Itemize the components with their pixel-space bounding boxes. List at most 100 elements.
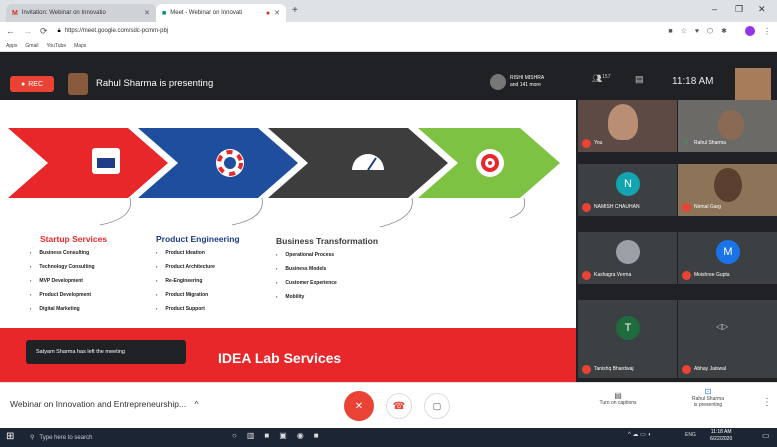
language-indicator[interactable]: ENG bbox=[685, 432, 696, 438]
left-meeting-toast: Satyam Sharma has left the meeting bbox=[26, 340, 186, 364]
list-item: Business Consulting bbox=[30, 250, 107, 256]
gmail-icon: M bbox=[12, 9, 18, 17]
participant-name: Abhay Jaiswal bbox=[694, 366, 726, 372]
participants-icon[interactable]: 👥︎157 bbox=[592, 74, 611, 83]
captions-button[interactable]: ▤ Turn on captions bbox=[588, 391, 648, 406]
bookmark-gmail[interactable]: Gmail bbox=[25, 43, 38, 49]
bookmark-apps[interactable]: Apps bbox=[6, 43, 17, 49]
more-options-icon[interactable]: ⋮ bbox=[762, 397, 772, 408]
list-item: Product Ideation bbox=[156, 250, 240, 256]
taskbar-date: 6/22/2020 bbox=[710, 436, 733, 442]
chat-icon[interactable]: ▤ bbox=[635, 74, 644, 85]
participant-tile[interactable]: ◁▷ Abhay Jaiswal bbox=[678, 300, 777, 378]
reload-icon[interactable]: ⟳ bbox=[40, 26, 48, 37]
avatar bbox=[616, 240, 640, 264]
minimize-button[interactable]: – bbox=[712, 4, 717, 14]
windows-taskbar: ⊞ ⚲ Type here to search ○▥■▣◉■ ^ ☁ ▭ ◖ E… bbox=[0, 428, 777, 447]
captions-label: Turn on captions bbox=[599, 400, 637, 406]
mic-off-icon bbox=[582, 271, 591, 280]
camera-icon: ▢ bbox=[432, 400, 442, 411]
mic-off-icon bbox=[582, 365, 591, 374]
list-item: MVP Development bbox=[30, 278, 107, 284]
clock: 11:18 AM bbox=[672, 76, 714, 87]
search-icon: ⚲ bbox=[30, 435, 35, 441]
tab-label: Meet - Webinar on Innovati bbox=[170, 10, 243, 16]
mic-toggle-button[interactable]: ✕ bbox=[344, 391, 374, 421]
participant-name: Kashagra Verma bbox=[594, 272, 632, 278]
participant-name: NAMISH CHAUHAN bbox=[594, 204, 640, 210]
meet-controls-bar: Webinar on Innovation and Entrepreneursh… bbox=[0, 382, 777, 428]
close-icon[interactable]: ✕ bbox=[144, 9, 150, 17]
new-tab-button[interactable]: + bbox=[292, 5, 298, 16]
tab-meet[interactable]: ■ Meet - Webinar on Innovati ● ✕ bbox=[156, 4, 286, 22]
avatar: M bbox=[716, 240, 740, 264]
list-item: Operational Process bbox=[276, 252, 378, 258]
self-view-thumbnail[interactable] bbox=[735, 68, 771, 100]
windows-start-icon[interactable]: ⊞ bbox=[6, 431, 14, 442]
avatar bbox=[718, 110, 744, 140]
bookmark-maps[interactable]: Maps bbox=[74, 43, 86, 49]
participant-tile[interactable]: You bbox=[578, 100, 677, 152]
column-title: Product Engineering bbox=[156, 234, 240, 244]
speaking-icon: ıl| bbox=[684, 140, 688, 146]
avatar: T bbox=[616, 316, 640, 340]
taskbar-search[interactable]: ⚲ Type here to search bbox=[30, 431, 210, 444]
presenting-bar: ● REC Rahul Sharma is presenting RISHI MI… bbox=[0, 68, 576, 100]
list-item: Technology Consulting bbox=[30, 264, 107, 270]
browser-tab-bar: M Invitation: Webinar on Innovatio ✕ ■ M… bbox=[0, 0, 777, 22]
taskbar-apps[interactable]: ○▥■▣◉■ bbox=[232, 431, 329, 440]
meeting-title: Webinar on Innovation and Entrepreneursh… bbox=[10, 399, 187, 409]
avatar: N bbox=[616, 172, 640, 196]
participant-count: 157 bbox=[602, 74, 611, 80]
avatar bbox=[714, 168, 742, 202]
close-window-button[interactable]: ✕ bbox=[758, 4, 766, 15]
participant-name: Moishree Gupta bbox=[694, 272, 730, 278]
bookmark-youtube[interactable]: YouTube bbox=[46, 43, 66, 49]
participant-tile[interactable]: N NAMISH CHAUHAN bbox=[578, 164, 677, 216]
mic-off-icon bbox=[682, 365, 691, 374]
maximize-button[interactable]: ❐ bbox=[735, 4, 743, 15]
red-arrow bbox=[8, 128, 168, 198]
participant-tile[interactable]: Nirmal Garg bbox=[678, 164, 777, 216]
presenting-button[interactable]: ⊡ Rahul Sharma is presenting bbox=[678, 387, 738, 408]
tab-label: Invitation: Webinar on Innovatio bbox=[21, 10, 106, 16]
meet-icon: ■ bbox=[162, 9, 167, 17]
list-item: Product Architecture bbox=[156, 264, 240, 270]
taskbar-clock[interactable]: 11:18 AM 6/22/2020 bbox=[710, 429, 732, 443]
video-off-icon: ◁▷ bbox=[716, 322, 729, 331]
extensions-icons[interactable]: ■☆♥⬡✱ bbox=[668, 27, 735, 35]
participant-tile[interactable]: T Tanishq Bhardwaj bbox=[578, 300, 677, 378]
presenter-top-name: RISHI MISHRA bbox=[510, 75, 545, 81]
participant-tile[interactable]: M Moishree Gupta bbox=[678, 232, 777, 284]
column-title: Business Transformation bbox=[276, 236, 379, 246]
close-icon[interactable]: ✕ bbox=[274, 9, 280, 17]
rec-label: REC bbox=[28, 80, 43, 88]
participant-tile[interactable]: Kashagra Verma bbox=[578, 232, 677, 284]
tab-invitation[interactable]: M Invitation: Webinar on Innovatio ✕ bbox=[6, 4, 156, 22]
participant-name: Rahul Sharma bbox=[694, 140, 726, 146]
startup-services-column: Startup Services Business Consulting Tec… bbox=[30, 234, 107, 320]
list-item: Product Migration bbox=[156, 292, 240, 298]
mic-off-icon bbox=[582, 139, 591, 148]
system-tray-icons[interactable]: ^ ☁ ▭ ◖ bbox=[628, 431, 651, 438]
taskbar-time: 11:18 AM bbox=[710, 429, 732, 435]
slide-footer-title: IDEA Lab Services bbox=[218, 350, 342, 366]
presenter-more: and 141 more bbox=[510, 82, 541, 88]
avatar[interactable] bbox=[745, 26, 755, 36]
leave-call-button[interactable]: ☎ bbox=[386, 393, 412, 419]
forward-icon[interactable]: → bbox=[23, 26, 32, 36]
notification-icon[interactable]: ▭ bbox=[762, 431, 770, 440]
present-screen-icon: ⊡ bbox=[704, 387, 712, 396]
mic-off-icon bbox=[682, 271, 691, 280]
back-icon[interactable]: ← bbox=[6, 26, 15, 36]
mic-off-icon bbox=[582, 203, 591, 212]
list-item: Digital Marketing bbox=[30, 306, 107, 312]
meeting-details-button[interactable]: Webinar on Innovation and Entrepreneursh… bbox=[10, 399, 198, 409]
participant-tile[interactable]: ıl| Rahul Sharma bbox=[678, 100, 777, 152]
participant-name: Nirmal Garg bbox=[694, 204, 721, 210]
menu-icon[interactable]: ⋮ bbox=[763, 27, 771, 36]
list-item: Mobility bbox=[276, 294, 378, 300]
url-input[interactable]: https://meet.google.com/sdc-pcmm-pbj bbox=[65, 28, 168, 34]
search-placeholder: Type here to search bbox=[39, 434, 93, 441]
camera-toggle-button[interactable]: ▢ bbox=[424, 393, 450, 419]
